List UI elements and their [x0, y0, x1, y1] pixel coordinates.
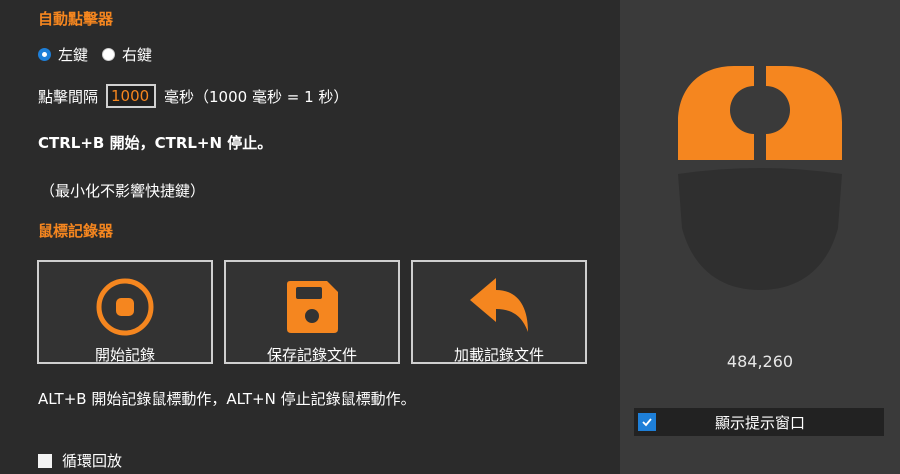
- undo-arrow-icon: [470, 278, 528, 332]
- checkmark-icon: [642, 418, 652, 427]
- radio-left-button[interactable]: 左鍵: [38, 44, 88, 65]
- show-tip-window-label: 顯示提示窗口: [714, 413, 805, 432]
- save-record-label: 保存記錄文件: [266, 346, 357, 364]
- cursor-coordinates: 484,260: [726, 352, 794, 371]
- show-tip-window-checkbox[interactable]: 顯示提示窗口: [634, 408, 884, 436]
- save-icon: [287, 281, 338, 333]
- radio-unselected-icon: [102, 48, 116, 61]
- minimize-note: （最小化不影響快捷鍵）: [40, 182, 206, 200]
- start-record-button[interactable]: 開始記錄: [37, 260, 213, 364]
- checkbox-unchecked-icon: [38, 453, 52, 468]
- save-record-button[interactable]: 保存記錄文件: [224, 260, 400, 364]
- click-interval-row: 點擊間隔 毫秒（1000 毫秒 = 1 秒）: [38, 84, 348, 108]
- auto-clicker-title: 自動點擊器: [38, 10, 114, 28]
- start-record-label: 開始記錄: [94, 346, 155, 364]
- mouse-button-radio-group: 左鍵 右鍵: [38, 44, 166, 65]
- loop-playback-checkbox[interactable]: 循環回放: [38, 450, 122, 471]
- clicker-hotkey-text: CTRL+B 開始，CTRL+N 停止。: [38, 134, 273, 152]
- recorder-hotkey-text: ALT+B 開始記錄鼠標動作，ALT+N 停止記錄鼠標動作。: [38, 390, 416, 408]
- interval-label: 點擊間隔: [38, 87, 99, 106]
- load-record-button[interactable]: 加載記錄文件: [411, 260, 587, 364]
- mouse-recorder-title: 鼠標記錄器: [38, 222, 114, 240]
- interval-input[interactable]: [106, 84, 157, 108]
- record-icon: [96, 278, 154, 336]
- radio-right-label: 右鍵: [122, 46, 153, 64]
- mouse-icon: [678, 66, 842, 290]
- radio-left-label: 左鍵: [58, 46, 89, 64]
- radio-selected-icon: [38, 48, 51, 61]
- radio-right-button[interactable]: 右鍵: [102, 44, 152, 65]
- loop-playback-label: 循環回放: [62, 452, 123, 470]
- interval-unit-label: 毫秒（1000 毫秒 = 1 秒）: [164, 87, 349, 106]
- left-panel: 自動點擊器 左鍵 右鍵 點擊間隔 毫秒（1000 毫秒 = 1 秒） CTRL+…: [0, 0, 620, 474]
- load-record-label: 加載記錄文件: [453, 346, 544, 364]
- right-panel: 484,260 顯示提示窗口: [620, 0, 900, 474]
- checkbox-checked-icon: [638, 413, 656, 431]
